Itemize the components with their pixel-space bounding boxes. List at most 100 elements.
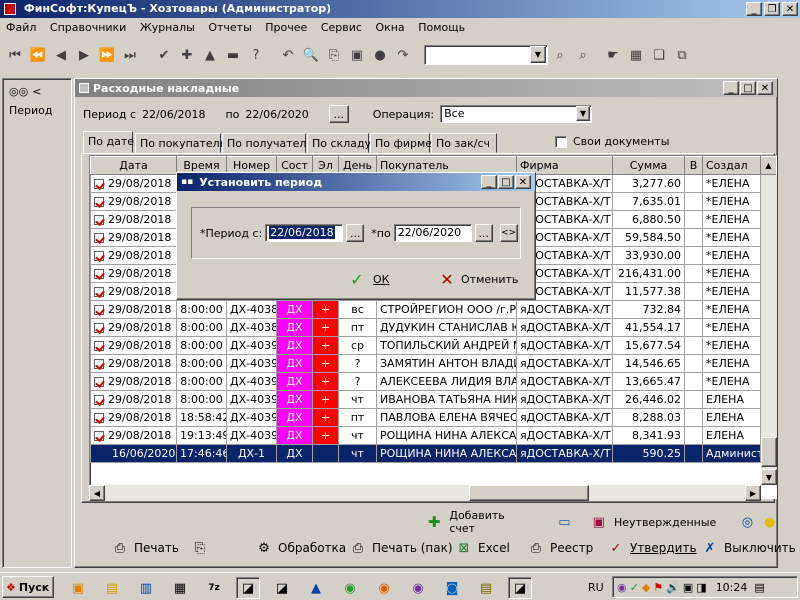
tab-by-recipient[interactable]: По получателю	[222, 133, 316, 153]
calculator-icon[interactable]: ▦	[625, 45, 647, 65]
close-button[interactable]: ✕	[782, 2, 798, 16]
next-record-icon[interactable]: ▶	[73, 45, 95, 65]
table-row[interactable]: 29/08/20188:00:00ДХ-40390ДХ+срТОПИЛЬСКИЙ…	[90, 336, 776, 355]
scroll-right-icon[interactable]: ▶	[745, 485, 761, 501]
taskbar-triangle-icon[interactable]: ▲	[304, 577, 328, 599]
table-row[interactable]: 29/08/20188:00:00ДХ-40392ДХ+?АЛЕКСЕЕВА Л…	[90, 372, 776, 391]
batch-print-button[interactable]: ⎙ Печать (пак)	[350, 540, 453, 556]
app-titlebar[interactable]: ФинСофт:КупецЪ - Хозтовары (Администрато…	[0, 0, 800, 18]
add-icon[interactable]: ✚	[176, 45, 198, 65]
toolbar-combo[interactable]: ▼	[424, 45, 548, 65]
table-row[interactable]: 29/08/20188:00:00ДХ-40391ДХ+?ЗАМЯТИН АНТ…	[90, 354, 776, 373]
dialog-maximize-button[interactable]: □	[498, 175, 514, 189]
approve-button[interactable]: ✓ Утвердить	[608, 540, 697, 556]
collapse-arrow[interactable]: <	[32, 85, 41, 98]
cascade-icon[interactable]: ⧉	[671, 45, 693, 65]
scroll-up-icon[interactable]: ▲	[760, 156, 776, 175]
menu-windows[interactable]: Окна	[375, 21, 404, 34]
excel-button[interactable]: ⊠ Excel	[456, 540, 510, 556]
windows-icon[interactable]: ❏	[648, 45, 670, 65]
dialog-swap-button[interactable]: <>	[499, 224, 518, 242]
chevron-down-icon[interactable]: ▼	[530, 46, 546, 63]
tab-by-buyer[interactable]: По покупателю	[135, 133, 229, 153]
tray-update-icon[interactable]: ◆	[642, 581, 650, 594]
dialog-from-input[interactable]: 22/06/2018	[265, 224, 344, 242]
doc-close-button[interactable]: ✕	[757, 81, 773, 95]
clock[interactable]: 10:24	[716, 581, 748, 594]
tray-check-icon[interactable]: ✓	[630, 581, 639, 594]
dialog-close-button[interactable]: ✕	[515, 175, 531, 189]
globe-icon[interactable]: ◎	[740, 514, 754, 530]
chevron-down-icon[interactable]: ▼	[576, 106, 591, 121]
col-creator[interactable]: Создал	[702, 156, 761, 175]
table-row[interactable]: 29/08/201819:13:49ДХ-40396ДХ+чтРОЩИНА НИ…	[90, 426, 776, 445]
tab-by-order[interactable]: По зак/сч	[431, 133, 497, 153]
print-button[interactable]: ⎙ Печать	[112, 540, 179, 556]
dialog-minimize-button[interactable]: _	[481, 175, 497, 189]
stop-icon[interactable]: ●	[369, 45, 391, 65]
undo-icon[interactable]: ↶	[277, 45, 299, 65]
binoculars-next-icon[interactable]: ⌕	[572, 45, 594, 65]
prev-page-icon[interactable]: ⏪	[27, 45, 49, 65]
taskbar-finsoft-icon[interactable]: ◪	[508, 577, 532, 599]
confirm-icon[interactable]: ✔	[153, 45, 175, 65]
turn-off-button[interactable]: ✗ Выключить	[702, 540, 796, 556]
menu-other[interactable]: Прочее	[265, 21, 307, 34]
dialog-cancel-button[interactable]: ✕ Отменить	[439, 270, 518, 289]
taskbar-media-icon[interactable]: ▣	[66, 577, 90, 599]
menu-help[interactable]: Помощь	[418, 21, 465, 34]
dialog-ok-button[interactable]: ✓ ОК	[349, 270, 389, 289]
keyboard-language[interactable]: RU	[588, 581, 604, 594]
tray-network-icon[interactable]: ▣	[683, 581, 693, 594]
menu-references[interactable]: Справочники	[50, 21, 126, 34]
table-row[interactable]: 29/08/20188:00:00ДХ-40389ДХ+птДУДУКИН СТ…	[90, 318, 776, 337]
start-button[interactable]: ❖ Пуск	[2, 576, 54, 598]
tab-by-firm[interactable]: По фирме	[370, 133, 432, 153]
tray-lock-icon[interactable]: ◨	[696, 581, 706, 594]
menu-file[interactable]: Файл	[6, 21, 36, 34]
up-icon[interactable]: ▲	[199, 45, 221, 65]
last-record-icon[interactable]: ⏭	[119, 45, 141, 65]
col-sum[interactable]: Сумма	[612, 156, 685, 175]
table-row[interactable]: 29/08/20188:00:00ДХ-40393ДХ+чтИВАНОВА ТА…	[90, 390, 776, 409]
pointer-icon[interactable]: ☛	[602, 45, 624, 65]
grid-hscroll-thumb[interactable]	[469, 485, 589, 501]
taskbar-7zip-icon[interactable]: 7z	[202, 577, 226, 599]
restore-button[interactable]: ❐	[764, 2, 780, 16]
menu-service[interactable]: Сервис	[321, 21, 362, 34]
table-row[interactable]: 29/08/20188:00:00ДХ-40388ДХ+всСТРОЙРЕГИО…	[90, 300, 776, 319]
grid-vscrollbar[interactable]: ▼	[761, 175, 777, 485]
unconfirmed-icon[interactable]: ▣	[592, 514, 606, 530]
taskbar-doc-icon[interactable]: ▦	[168, 577, 192, 599]
book-icon[interactable]: ▭	[557, 514, 571, 530]
doc-maximize-button[interactable]: □	[740, 81, 756, 95]
grid-vscroll-thumb[interactable]	[761, 437, 777, 467]
scroll-down-icon[interactable]: ▼	[761, 469, 777, 485]
next-page-icon[interactable]: ⏩	[96, 45, 118, 65]
print-options-button[interactable]: ⎘	[192, 540, 208, 556]
dialog-to-input[interactable]: 22/06/2020	[393, 224, 472, 242]
taskbar-firefox-icon[interactable]: ◉	[372, 577, 396, 599]
left-panel-period[interactable]: Период	[3, 104, 71, 117]
tab-by-warehouse[interactable]: По складу	[307, 133, 371, 153]
copy-icon[interactable]: ⎘	[323, 45, 345, 65]
taskbar-window2-icon[interactable]: ◪	[270, 577, 294, 599]
table-row[interactable]: 16/06/2020 17:46:46 ДХ-1 ДХ чт РОЩИНА НИНА АЛ…	[90, 444, 776, 463]
grid-hscrollbar[interactable]: ◀ ▶	[89, 485, 761, 501]
taskbar-window1-icon[interactable]: ◪	[236, 577, 260, 599]
plus-icon[interactable]: ✚	[427, 513, 441, 531]
minimize-button[interactable]: _	[746, 2, 762, 16]
unconfirmed-button[interactable]: Неутвержденные	[614, 516, 716, 529]
period-select-button[interactable]: ...	[328, 105, 349, 123]
taskbar-explorer-icon[interactable]: ▤	[474, 577, 498, 599]
menu-reports[interactable]: Отчеты	[208, 21, 251, 34]
dialog-from-picker[interactable]: ...	[346, 224, 365, 242]
tab-by-date[interactable]: По дате	[83, 131, 134, 153]
search-icon[interactable]: 🔍	[300, 45, 322, 65]
processing-button[interactable]: ⚙ Обработка	[256, 540, 346, 556]
prev-record-icon[interactable]: ◀	[50, 45, 72, 65]
taskbar-folder-icon[interactable]: ▤	[100, 577, 124, 599]
delete-icon[interactable]: ▬	[222, 45, 244, 65]
first-record-icon[interactable]: ⏮	[4, 45, 26, 65]
redo-icon[interactable]: ↷	[392, 45, 414, 65]
